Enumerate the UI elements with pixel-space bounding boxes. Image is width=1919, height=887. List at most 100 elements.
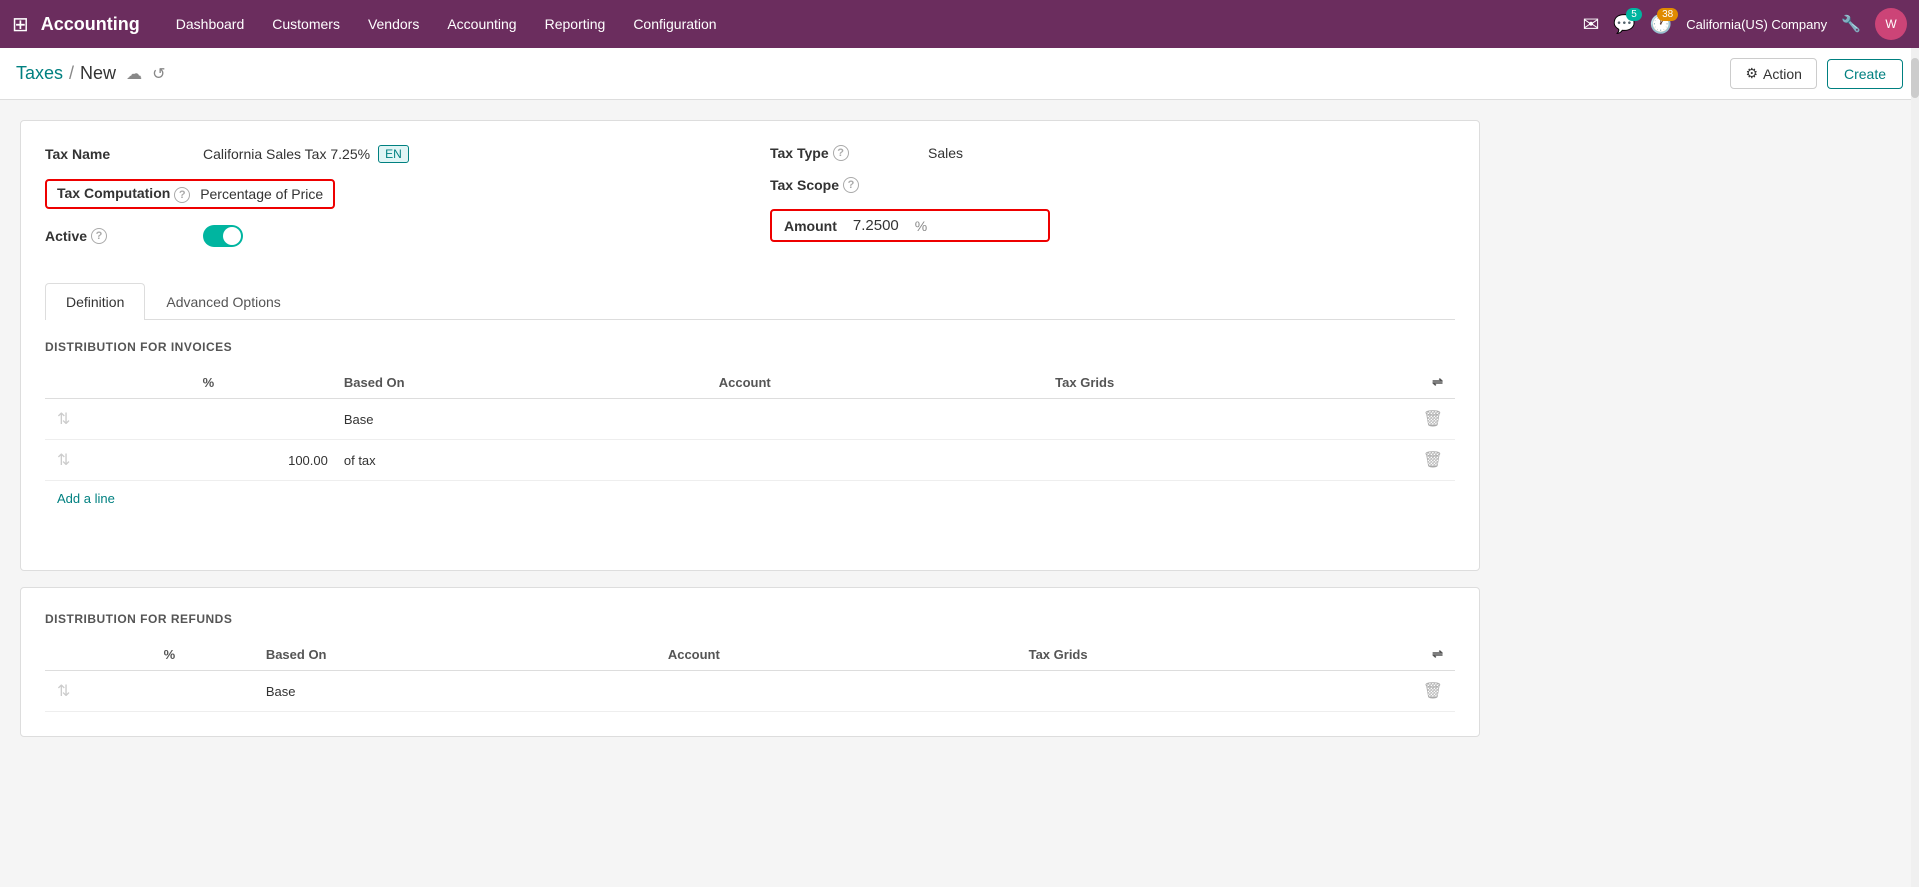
invoices-section-title: DISTRIBUTION FOR INVOICES <box>45 340 1455 354</box>
lang-badge[interactable]: EN <box>378 145 409 163</box>
breadcrumb-parent[interactable]: Taxes <box>16 63 63 84</box>
amount-label: Amount <box>784 218 837 234</box>
active-toggle[interactable] <box>203 225 243 247</box>
tax-type-label: Tax Type ? <box>770 145 920 161</box>
scrollbar-thumb[interactable] <box>1911 58 1919 98</box>
top-navigation: ⊞ Accounting Dashboard Customers Vendors… <box>0 0 1919 48</box>
nav-configuration[interactable]: Configuration <box>621 10 728 38</box>
nav-dashboard[interactable]: Dashboard <box>164 10 257 38</box>
tab-bar: Definition Advanced Options <box>45 283 1455 320</box>
col-actions-invoices: ⇌ <box>1411 366 1455 399</box>
main-content: Tax Name California Sales Tax 7.25% EN T… <box>0 100 1500 773</box>
form-right: Tax Type ? Sales Tax Scope ? Amount <box>770 145 1455 263</box>
save-icon[interactable]: ☁ <box>126 64 142 84</box>
discard-icon[interactable]: ↺ <box>152 64 165 84</box>
delete-refunds-1[interactable]: 🗑 <box>1411 671 1455 712</box>
clock-icon[interactable]: 🕐 38 <box>1650 14 1672 35</box>
chat-badge: 5 <box>1626 8 1642 21</box>
app-grid-icon[interactable]: ⊞ <box>12 12 29 37</box>
tax-form-card: Tax Name California Sales Tax 7.25% EN T… <box>20 120 1480 571</box>
invoices-row-1: ⇅ Base 🗑 <box>45 399 1455 440</box>
refunds-table: % Based On Account Tax Grids ⇌ ⇅ <box>45 638 1455 712</box>
drag-handle-refunds-1[interactable]: ⇅ <box>45 671 85 712</box>
delete-icon-2[interactable]: 🗑 <box>1423 452 1443 469</box>
col-drag-refunds <box>45 638 85 671</box>
col-tax-grids-invoices: Tax Grids <box>1043 366 1411 399</box>
breadcrumb-separator: / <box>69 63 74 84</box>
tax-scope-row: Tax Scope ? <box>770 177 1455 193</box>
col-tax-grids-refunds: Tax Grids <box>1017 638 1411 671</box>
refunds-row-1: ⇅ Base 🗑 <box>45 671 1455 712</box>
drag-handle-1[interactable]: ⇅ <box>45 399 85 440</box>
create-button[interactable]: Create <box>1827 59 1903 89</box>
nav-accounting[interactable]: Accounting <box>435 10 528 38</box>
tax-grids-refunds-1[interactable] <box>1017 671 1411 712</box>
pct-2[interactable]: 100.00 <box>85 440 332 481</box>
account-refunds-1[interactable] <box>656 671 1017 712</box>
nav-reporting[interactable]: Reporting <box>533 10 618 38</box>
refunds-table-header: % Based On Account Tax Grids ⇌ <box>45 638 1455 671</box>
col-drag-handle <box>45 366 85 399</box>
nav-customers[interactable]: Customers <box>260 10 352 38</box>
based-on-1[interactable]: Base <box>332 399 707 440</box>
tax-computation-value: Percentage of Price <box>200 186 323 202</box>
tax-grids-1[interactable] <box>1043 399 1411 440</box>
company-label: California(US) Company <box>1686 17 1827 32</box>
breadcrumb: Taxes / New <box>16 63 116 84</box>
col-based-on-invoices: Based On <box>332 366 707 399</box>
chat-icon[interactable]: 💬 5 <box>1613 14 1635 35</box>
col-pct-refunds: % <box>85 638 254 671</box>
pct-1 <box>85 399 332 440</box>
drag-handle-2[interactable]: ⇅ <box>45 440 85 481</box>
breadcrumb-bar: Taxes / New ☁ ↺ ⚙ Action Create <box>0 48 1919 100</box>
wrench-icon[interactable]: 🔧 <box>1841 14 1861 34</box>
amount-value[interactable]: 7.2500 <box>853 217 899 234</box>
tax-name-label: Tax Name <box>45 146 195 162</box>
based-on-2[interactable]: of tax <box>332 440 707 481</box>
refunds-form-card: DISTRIBUTION FOR REFUNDS % Based On Acco… <box>20 587 1480 737</box>
tax-grids-2[interactable] <box>1043 440 1411 481</box>
delete-2[interactable]: 🗑 <box>1411 440 1455 481</box>
amount-unit: % <box>915 218 927 234</box>
active-help-icon: ? <box>91 228 107 244</box>
tax-computation-row: Tax Computation ? Percentage of Price <box>45 179 730 209</box>
scrollbar-track[interactable] <box>1911 48 1919 887</box>
tax-computation-label: Tax Computation ? <box>57 185 190 203</box>
gear-icon: ⚙ <box>1745 65 1758 82</box>
account-1[interactable] <box>707 399 1043 440</box>
tab-advanced-options[interactable]: Advanced Options <box>145 283 301 320</box>
amount-row: Amount 7.2500 % <box>770 209 1455 242</box>
breadcrumb-current: New <box>80 63 116 84</box>
topbar-right: ✉ 💬 5 🕐 38 California(US) Company 🔧 W <box>1583 8 1907 40</box>
delete-icon-1[interactable]: 🗑 <box>1423 411 1443 428</box>
tax-type-value[interactable]: Sales <box>928 145 963 161</box>
form-left: Tax Name California Sales Tax 7.25% EN T… <box>45 145 730 263</box>
nav-vendors[interactable]: Vendors <box>356 10 431 38</box>
support-icon[interactable]: ✉ <box>1583 12 1600 37</box>
app-brand: Accounting <box>41 14 140 35</box>
add-line-invoices[interactable]: Add a line <box>45 481 127 516</box>
delete-icon-refunds-1[interactable]: 🗑 <box>1423 683 1443 700</box>
tax-computation-box[interactable]: Tax Computation ? Percentage of Price <box>45 179 335 209</box>
col-pct-invoices: % <box>85 366 332 399</box>
based-on-refunds-1[interactable]: Base <box>254 671 656 712</box>
account-2[interactable] <box>707 440 1043 481</box>
breadcrumb-icons: ☁ ↺ <box>126 64 165 84</box>
delete-1[interactable]: 🗑 <box>1411 399 1455 440</box>
action-button[interactable]: ⚙ Action <box>1730 58 1816 89</box>
user-avatar[interactable]: W <box>1875 8 1907 40</box>
form-top-section: Tax Name California Sales Tax 7.25% EN T… <box>45 145 1455 263</box>
tab-content-definition: DISTRIBUTION FOR INVOICES % Based On Acc… <box>45 320 1455 546</box>
invoices-table: % Based On Account Tax Grids ⇌ <box>45 366 1455 481</box>
col-based-on-refunds: Based On <box>254 638 656 671</box>
pct-refunds-1 <box>85 671 254 712</box>
tax-name-value[interactable]: California Sales Tax 7.25% <box>203 146 370 162</box>
col-actions-refunds: ⇌ <box>1411 638 1455 671</box>
tax-scope-help-icon: ? <box>843 177 859 193</box>
amount-box[interactable]: Amount 7.2500 % <box>770 209 1050 242</box>
invoices-row-2: ⇅ 100.00 of tax 🗑 <box>45 440 1455 481</box>
refunds-section-title: DISTRIBUTION FOR REFUNDS <box>45 612 1455 626</box>
alerts-badge: 38 <box>1657 8 1678 21</box>
tab-definition[interactable]: Definition <box>45 283 145 320</box>
tax-scope-label: Tax Scope ? <box>770 177 920 193</box>
